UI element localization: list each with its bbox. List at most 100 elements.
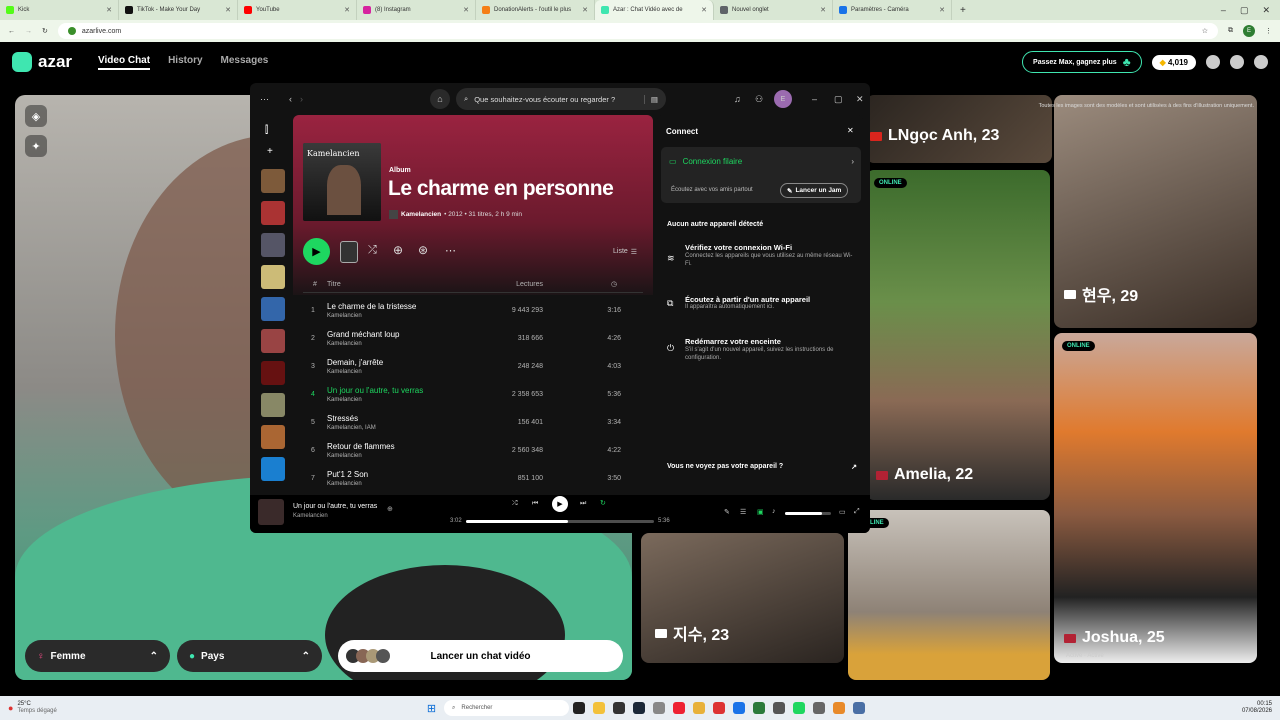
app-icon[interactable] xyxy=(673,702,686,714)
home-icon[interactable]: ⌂ xyxy=(430,89,450,109)
next-icon[interactable]: ⏭ xyxy=(580,500,586,508)
help-link[interactable]: Vous ne voyez pas votre appareil ? ↗ xyxy=(667,463,857,471)
volume-icon[interactable]: ♪ xyxy=(772,508,776,515)
profile-card[interactable]: ONLINE xyxy=(848,510,1050,680)
playlist-thumb[interactable] xyxy=(261,329,285,353)
wired-connection-item[interactable]: ▭ Connexion filaire › xyxy=(669,157,854,166)
file-explorer-icon[interactable] xyxy=(593,702,606,714)
shuffle-icon[interactable]: ⤮ xyxy=(368,244,377,257)
playlist-thumb[interactable] xyxy=(261,457,285,481)
tab-azar[interactable]: Azar : Chat Vidéo avec de ✕ xyxy=(595,0,714,20)
steam-icon[interactable] xyxy=(633,702,646,714)
profile-card[interactable]: 지수, 23 xyxy=(641,533,844,663)
close-tab-icon[interactable]: ✕ xyxy=(701,6,707,14)
windows-start-icon[interactable]: ⊞ xyxy=(427,702,436,715)
app-icon[interactable] xyxy=(773,702,786,714)
profile-avatar[interactable]: E xyxy=(1243,25,1255,37)
download-icon[interactable]: ⊛ xyxy=(418,243,428,257)
repeat-icon[interactable]: ↻ xyxy=(600,499,606,507)
bell-icon[interactable]: ♫ xyxy=(734,94,741,104)
close-icon[interactable]: ✕ xyxy=(856,94,864,105)
user-avatar[interactable]: E xyxy=(774,90,792,108)
playlist-thumb[interactable] xyxy=(261,361,285,385)
profile-card[interactable]: ONLINE Amelia, 22 xyxy=(866,170,1050,500)
tab-tiktok[interactable]: TikTok - Make Your Day ✕ xyxy=(119,0,238,20)
forward-icon[interactable]: → xyxy=(25,28,32,35)
queue-icon[interactable]: ☰ xyxy=(740,508,746,516)
app-icon[interactable] xyxy=(833,702,846,714)
app-icon[interactable] xyxy=(753,702,766,714)
back-icon[interactable]: ← xyxy=(8,28,15,35)
profile-card[interactable]: 현우, 29 xyxy=(1054,95,1257,328)
menu-dots-icon[interactable]: ⋯ xyxy=(260,94,269,105)
close-tab-icon[interactable]: ✕ xyxy=(939,6,945,14)
connect-device-icon[interactable]: ▣ xyxy=(757,508,764,516)
nav-video-chat[interactable]: Video Chat xyxy=(98,55,151,70)
track-row[interactable]: 1 Le charme de la tristesse Kamelancien 9 4… xyxy=(303,297,643,325)
app-icon[interactable] xyxy=(813,702,826,714)
playlist-thumb[interactable] xyxy=(261,233,285,257)
minimize-icon[interactable]: – xyxy=(1221,5,1226,16)
track-row[interactable]: 5 Stressés Kamelancien, IAM 156 401 3:34 xyxy=(303,409,643,437)
app-icon[interactable] xyxy=(713,702,726,714)
profile-icon[interactable] xyxy=(1254,55,1268,69)
maximize-icon[interactable]: ▢ xyxy=(834,94,843,105)
tab-youtube[interactable]: YouTube ✕ xyxy=(238,0,357,20)
lyrics-icon[interactable]: ✎ xyxy=(724,508,730,516)
fullscreen-icon[interactable]: ⤢ xyxy=(854,508,860,516)
previous-icon[interactable]: ⏮ xyxy=(532,500,538,508)
tab-kick[interactable]: Kick ✕ xyxy=(0,0,119,20)
task-view-icon[interactable] xyxy=(573,702,586,714)
coin-balance[interactable]: ◆ 4,019 xyxy=(1151,54,1196,70)
play-button[interactable]: ▶ xyxy=(303,238,330,265)
now-playing-title[interactable]: Un jour ou l'autre, tu verras xyxy=(293,503,377,510)
nav-messages[interactable]: Messages xyxy=(221,55,269,70)
playlist-thumb[interactable] xyxy=(261,425,285,449)
search-input[interactable]: ⌕ Que souhaitez-vous écouter ou regarder … xyxy=(456,88,666,110)
add-to-library-icon[interactable]: ⊕ xyxy=(393,243,403,257)
app-icon[interactable] xyxy=(693,702,706,714)
album-cover[interactable]: Kamelancien xyxy=(303,143,381,221)
volume-slider[interactable] xyxy=(785,512,831,515)
magic-wand-icon[interactable]: ✦ xyxy=(25,135,47,157)
tab-camera-settings[interactable]: Paramètres - Caméra ✕ xyxy=(833,0,952,20)
close-tab-icon[interactable]: ✕ xyxy=(820,6,826,14)
nav-history[interactable]: History xyxy=(168,55,202,70)
close-tab-icon[interactable]: ✕ xyxy=(582,6,588,14)
track-row-playing[interactable]: 4 Un jour ou l'autre, tu verras Kamelancie… xyxy=(303,381,643,409)
tab-donationalerts[interactable]: DonationAlerts - l'outil le plus ✕ xyxy=(476,0,595,20)
track-row[interactable]: 2 Grand méchant loup Kamelancien 318 666 4:2… xyxy=(303,325,643,353)
site-info-icon[interactable] xyxy=(67,27,76,35)
now-playing-artist[interactable]: Kamelancien xyxy=(293,513,328,519)
close-tab-icon[interactable]: ✕ xyxy=(106,6,112,14)
pause-button[interactable]: ▶ xyxy=(552,496,568,512)
spotify-icon[interactable] xyxy=(793,702,806,714)
back-icon[interactable]: ‹ xyxy=(289,94,292,104)
start-jam-button[interactable]: ✎ Lancer un Jam xyxy=(780,183,849,198)
friends-icon[interactable]: ⚇ xyxy=(755,94,763,105)
terminal-icon[interactable] xyxy=(613,702,626,714)
country-filter[interactable]: ● Pays ⌃ xyxy=(177,640,322,672)
artist-link[interactable]: Kamelancien xyxy=(401,211,441,218)
chrome-icon[interactable] xyxy=(733,702,746,714)
profile-card[interactable]: ONLINE Joshua, 25 Active · Active xyxy=(1054,333,1257,663)
minimize-icon[interactable]: – xyxy=(812,94,817,104)
clock-time[interactable]: 00:15 xyxy=(1242,701,1272,708)
playlist-thumb[interactable] xyxy=(261,393,285,417)
close-icon[interactable]: ✕ xyxy=(847,126,854,135)
forward-icon[interactable]: › xyxy=(300,94,303,104)
maximize-icon[interactable]: ▢ xyxy=(1240,5,1249,16)
clock-date[interactable]: 07/08/2026 xyxy=(1242,708,1272,715)
add-icon[interactable]: ⊕ xyxy=(387,505,393,513)
playlist-thumb[interactable] xyxy=(261,201,285,225)
playlist-thumb[interactable] xyxy=(261,169,285,193)
track-row[interactable]: 3 Demain, j'arrête Kamelancien 248 248 4:03 xyxy=(303,353,643,381)
max-upgrade-button[interactable]: Passez Max, gagnez plus ♣ xyxy=(1022,51,1142,73)
bell-icon[interactable] xyxy=(1230,55,1244,69)
browse-icon[interactable]: ▤ xyxy=(643,94,658,104)
menu-dots-icon[interactable]: ⋮ xyxy=(1265,27,1272,35)
close-window-icon[interactable]: ✕ xyxy=(1262,5,1270,16)
url-field[interactable]: azarlive.com ☆ xyxy=(57,23,1218,39)
shuffle-icon[interactable]: ⤮ xyxy=(512,500,518,508)
mini-player-icon[interactable]: ▭ xyxy=(839,508,846,516)
